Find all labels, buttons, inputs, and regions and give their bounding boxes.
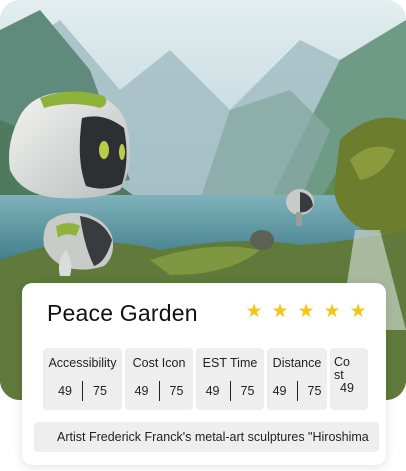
stat-value: 75 [169,384,184,398]
stat-accessibility: Accessibility 49 75 [43,348,122,410]
star-icon: ★ [323,301,341,322]
star-icon: ★ [297,301,315,322]
stat-label: Cost [334,355,350,382]
value-divider [296,381,298,401]
stat-value: 75 [93,384,107,398]
stat-value: 49 [58,384,72,398]
stat-value: 75 [307,384,322,398]
value-divider [158,381,160,401]
stat-value: 49 [134,384,149,398]
stat-label: EST Time [202,356,258,370]
stat-distance: Distance 49 75 [267,348,327,410]
stat-value: 49 [205,384,220,398]
stat-label: Accessibility [48,356,117,370]
stat-cost-icon: Cost Icon 49 75 [125,348,193,410]
stat-values: 49 75 [43,381,122,401]
stat-values: 49 75 [196,381,264,401]
place-title: Peace Garden [47,300,198,326]
star-icon: ★ [245,301,263,322]
stat-cost: Cost 49 [330,348,368,410]
value-divider [229,381,231,401]
stat-value: 49 [340,381,354,395]
value-divider [82,381,83,401]
robot-large [9,91,130,199]
stat-label: Distance [272,356,322,370]
description-text: Artist Frederick Franck's metal-art scul… [57,430,369,444]
rating-stars: ★ ★ ★ ★ ★ [245,302,367,322]
stat-value: 75 [240,384,255,398]
stat-values: 49 75 [125,381,193,401]
stats-row: Accessibility 49 75 Cost Icon 49 75 EST … [43,348,368,410]
stat-values: 49 [340,381,368,395]
stat-value: 49 [272,384,287,398]
place-description: Artist Frederick Franck's metal-art scul… [34,422,379,452]
place-card[interactable]: Peace Garden ★ ★ ★ ★ ★ Accessibility 49 … [22,283,386,465]
star-icon: ★ [271,301,289,322]
stat-values: 49 75 [267,381,327,401]
stat-est-time: EST Time 49 75 [196,348,264,410]
stat-label: Cost Icon [132,356,186,370]
star-icon: ★ [349,301,367,322]
